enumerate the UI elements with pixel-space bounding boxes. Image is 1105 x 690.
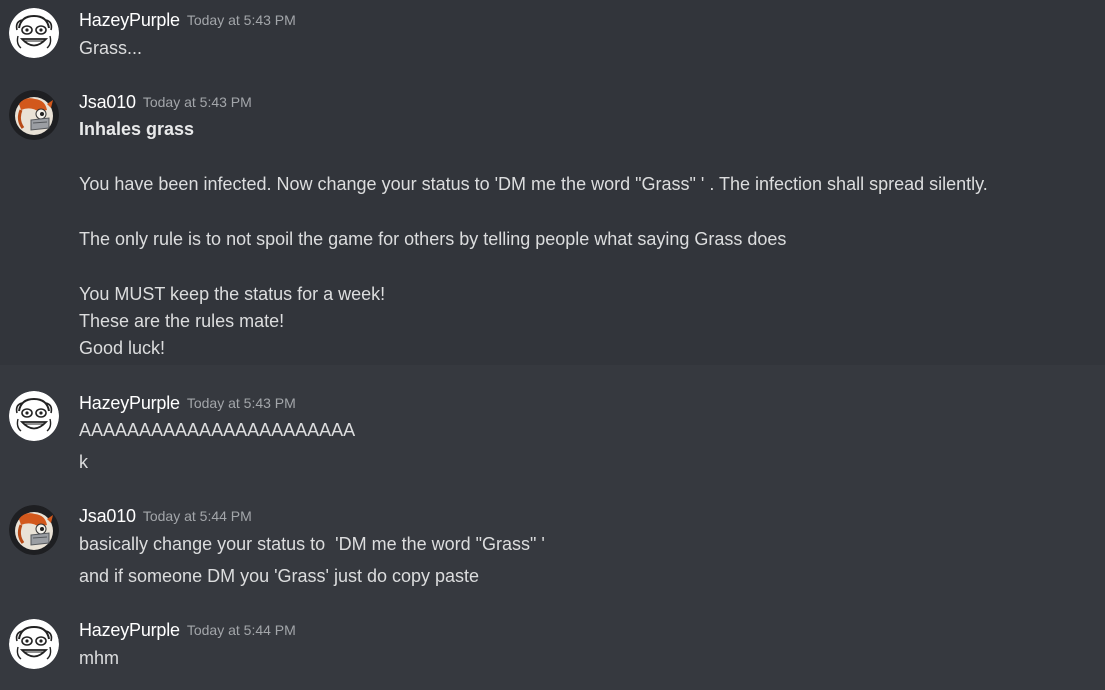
timestamp[interactable]: Today at 5:43 PM (143, 94, 252, 110)
username[interactable]: HazeyPurple (79, 393, 180, 413)
message-text: The only rule is to not spoil the game f… (79, 229, 787, 249)
message-text: You MUST keep the status for a week! (79, 284, 386, 304)
username[interactable]: HazeyPurple (79, 620, 180, 640)
message-group: HazeyPurple Today at 5:43 PM AAAAAAAAAAAA… (0, 365, 1105, 480)
jsa-avatar[interactable] (9, 90, 59, 140)
hazey-avatar[interactable] (9, 391, 59, 441)
timestamp[interactable]: Today at 5:43 PM (187, 395, 296, 411)
jsa-avatar[interactable] (9, 505, 59, 555)
username[interactable]: Jsa010 (79, 506, 136, 526)
message-header: HazeyPurple Today at 5:43 PM (79, 392, 296, 416)
message-text: You have been infected. Now change your … (79, 174, 988, 194)
message-group: HazeyPurple Today at 5:44 PM mhm (0, 593, 1105, 690)
message-group: Jsa010 Today at 5:44 PM basically change … (0, 480, 1105, 593)
message-text: These are the rules mate! (79, 311, 285, 331)
hazey-avatar[interactable] (9, 619, 59, 669)
hazey-avatar[interactable] (9, 8, 59, 58)
username[interactable]: Jsa010 (79, 92, 136, 112)
timestamp[interactable]: Today at 5:43 PM (187, 12, 296, 28)
message-header: Jsa010 Today at 5:43 PM (79, 91, 252, 115)
timestamp[interactable]: Today at 5:44 PM (187, 622, 296, 638)
message-text: and if someone DM you 'Grass' just do co… (79, 566, 480, 586)
message-group: Jsa010 Today at 5:43 PM Inhales grass You… (0, 82, 1105, 365)
username[interactable]: HazeyPurple (79, 10, 180, 30)
message-header: Jsa010 Today at 5:44 PM (79, 505, 252, 529)
message-group: HazeyPurple Today at 5:43 PM Grass... (0, 0, 1105, 82)
timestamp[interactable]: Today at 5:44 PM (143, 508, 252, 524)
message-text: basically change your status to 'DM me t… (79, 534, 545, 554)
message-text: Inhales grass (79, 119, 195, 139)
message-text: Good luck! (79, 338, 166, 358)
message-header: HazeyPurple Today at 5:43 PM (79, 9, 296, 33)
message-text: mhm (79, 648, 119, 668)
chat-log: HazeyPurple Today at 5:43 PM Grass... Jsa… (0, 0, 1105, 690)
message-text: Grass... (79, 38, 143, 58)
message-header: HazeyPurple Today at 5:44 PM (79, 619, 296, 643)
message-text: AAAAAAAAAAAAAAAAAAAAAAA (79, 420, 356, 440)
message-text: k (79, 452, 88, 472)
